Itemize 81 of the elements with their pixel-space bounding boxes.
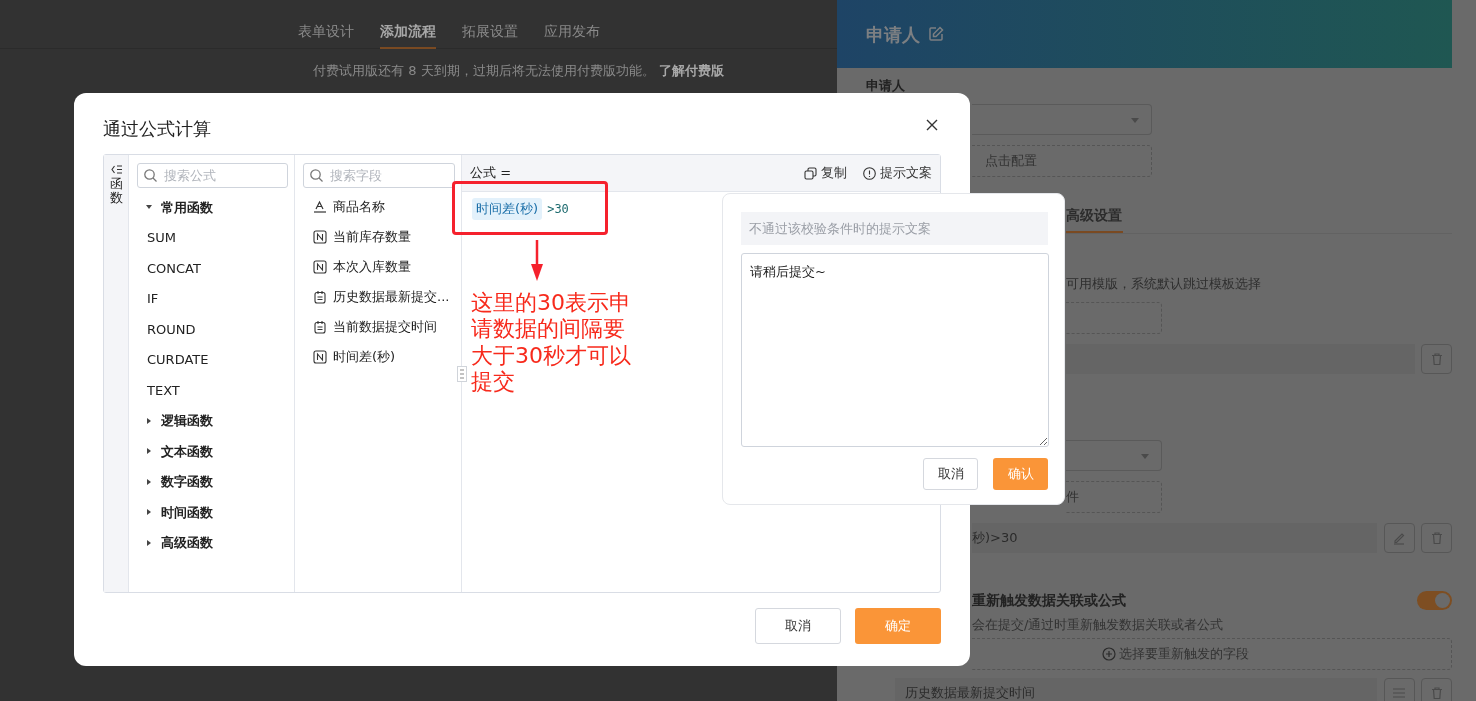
dropdown[interactable] [1066,439,1162,471]
function-group[interactable]: 逻辑函数 [137,405,288,436]
function-item[interactable]: IF [137,283,288,314]
field-item[interactable]: 当前数据提交时间 [303,312,455,342]
formula-expression: >30 [547,200,569,218]
caret-icon [146,539,152,546]
function-item[interactable]: SUM [137,222,288,253]
nav-tab[interactable]: 表单设计 [297,0,354,49]
caret-icon [146,509,152,516]
info-icon [863,166,876,180]
nav-tab[interactable]: 拓展设置 [461,0,518,49]
field-item[interactable]: 时间差(秒) [303,342,455,372]
calendar-icon [313,290,327,304]
retrigger-title: 重新触发数据关联或公式 [972,590,1127,610]
number-field-icon [313,260,327,274]
close-button[interactable] [924,117,940,133]
field-search-field[interactable]: 搜索字段 [303,163,455,188]
field-item[interactable]: 历史数据最新提交... [303,282,455,312]
delete-button[interactable] [1421,678,1452,701]
cancel-button[interactable]: 取消 [755,608,841,644]
copy-button[interactable]: 复制 [804,163,847,183]
function-tab-label: 函数 [109,177,123,206]
function-tab[interactable]: 函数 [104,155,129,592]
function-group[interactable]: 常用函数 [137,192,288,223]
field-item[interactable]: 本次入库数量 [303,252,455,282]
function-item[interactable]: TEXT [137,375,288,406]
edit-icon[interactable] [928,26,944,42]
calendar-icon [313,320,327,334]
field-item[interactable]: 商品名称 [303,192,455,222]
retrigger-toggle[interactable] [1417,590,1452,610]
formula-label: 公式 = [470,164,513,183]
trash-icon [1429,351,1444,366]
function-group[interactable]: 文本函数 [137,436,288,467]
cancel-button[interactable]: 取消 [923,458,978,490]
function-group[interactable]: 高级函数 [137,527,288,558]
function-item[interactable]: CONCAT [137,253,288,284]
formula-field-tag: 时间差(秒) [472,198,543,220]
template-drop-area[interactable] [1066,301,1162,334]
delete-button[interactable] [1421,343,1452,374]
function-item[interactable]: CURDATE [137,344,288,375]
hint-label: 不通过该校验条件时的提示文案 [741,212,1048,245]
nav-tab[interactable]: 添加流程 [379,0,436,49]
field-label: 申请人 [866,78,906,94]
annotation-text: 这里的30表示申请数据的间隔要大于30秒才可以提交 [471,290,632,396]
copy-icon [804,166,817,180]
close-icon [926,119,938,131]
trash-icon [1429,530,1444,545]
collapse-icon [110,165,122,174]
caret-icon [1131,118,1139,123]
function-group[interactable]: 数字函数 [137,466,288,497]
annotation-arrow [530,240,544,282]
field-item[interactable]: 当前库存数量 [303,222,455,252]
plus-circle-icon [1101,647,1116,661]
nav-tab[interactable]: 应用发布 [543,0,600,49]
hint-text-field[interactable]: 请稍后提交~ [741,253,1049,447]
search-icon [310,169,323,182]
number-field-icon [313,350,327,364]
caret-icon [146,204,152,211]
caret-icon [1141,453,1149,459]
number-field-icon [313,230,327,244]
search-icon [144,169,157,182]
function-search-field[interactable]: 搜索公式 [137,163,288,188]
text-field-icon [313,200,327,214]
panel-title: 申请人 [866,22,920,47]
function-item[interactable]: ROUND [137,314,288,345]
resize-handle[interactable] [457,366,467,382]
grip-icon [460,369,464,379]
caret-icon [146,448,152,455]
hint-text-button[interactable]: 提示文案 [863,163,932,183]
pricing-link[interactable]: 了解付费版 [658,61,724,81]
caret-icon [146,478,152,485]
delete-button[interactable] [1421,522,1452,553]
edit-button[interactable] [1383,522,1415,553]
caret-icon [146,417,152,424]
template-hint: 可用模版，系统默认跳过模板选择 [1066,275,1262,293]
dropdown[interactable] [972,104,1152,135]
trash-icon [1429,686,1444,700]
function-group[interactable]: 时间函数 [137,497,288,528]
rule-text: 秒)>30 [972,528,1018,547]
dialog-title: 通过公式计算 [103,117,211,140]
notice-text: 付费试用版还有 8 天到期，过期后将无法使用付费版功能。 [313,62,655,80]
